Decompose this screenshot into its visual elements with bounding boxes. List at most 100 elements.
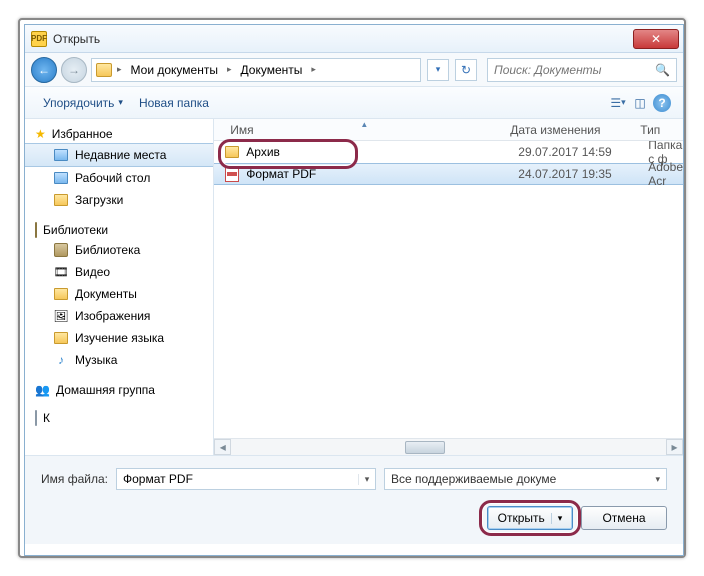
filename-field[interactable]: ▾ xyxy=(116,468,376,490)
breadcrumb-item[interactable]: Документы xyxy=(237,61,307,79)
sidebar-item-documents[interactable]: Документы xyxy=(25,283,213,305)
star-icon: ★ xyxy=(35,127,46,141)
arrow-left-icon: ← xyxy=(38,63,50,77)
column-date[interactable]: Дата изменения xyxy=(504,123,634,137)
close-icon: ✕ xyxy=(651,32,661,46)
chevron-down-icon: ▾ xyxy=(118,97,123,108)
sort-arrow-icon: ▲ xyxy=(360,120,368,129)
search-input[interactable] xyxy=(494,63,651,77)
computer-icon xyxy=(35,411,37,425)
horizontal-scrollbar[interactable]: ◂ ▸ xyxy=(214,438,683,455)
sidebar-item-music[interactable]: ♪ Музыка xyxy=(25,349,213,371)
sidebar-libraries-group: Библиотеки Библиотека 🎞 Видео Документы 🖼… xyxy=(25,221,213,371)
chevron-right-icon: ▸ xyxy=(114,64,125,75)
scroll-right-icon[interactable]: ▸ xyxy=(666,439,683,455)
downloads-icon xyxy=(53,192,69,208)
sidebar-item-downloads[interactable]: Загрузки xyxy=(25,189,213,211)
sidebar-homegroup-header[interactable]: 👥 Домашняя группа xyxy=(25,381,213,399)
sidebar-item-label: Недавние места xyxy=(75,148,166,162)
file-type: Adobe Acr xyxy=(648,160,683,188)
preview-pane-button[interactable]: ◫ xyxy=(629,92,651,114)
file-date: 24.07.2017 19:35 xyxy=(518,167,648,181)
filename-label: Имя файла: xyxy=(41,472,108,486)
view-icon: ☰ xyxy=(610,96,621,110)
preview-icon: ◫ xyxy=(634,96,645,110)
nav-row: ← → ▸ Мои документы ▸ Документы ▸ ▾ ↻ 🔍 xyxy=(25,53,683,87)
sidebar-computer-header[interactable]: К xyxy=(25,409,213,427)
sidebar: ★Избранное Недавние места Рабочий стол З… xyxy=(25,119,214,455)
folder-icon xyxy=(96,63,112,77)
column-name-label: Имя xyxy=(230,123,253,137)
sidebar-homegroup-group: 👥 Домашняя группа xyxy=(25,381,213,399)
file-list-header: ▲ Имя Дата изменения Тип xyxy=(214,119,683,141)
scroll-left-icon[interactable]: ◂ xyxy=(214,439,231,455)
homegroup-label: Домашняя группа xyxy=(56,383,155,397)
column-type[interactable]: Тип xyxy=(634,123,683,137)
scroll-thumb[interactable] xyxy=(405,441,445,454)
breadcrumb-item[interactable]: Мои документы xyxy=(127,61,222,79)
sidebar-libraries-header[interactable]: Библиотеки xyxy=(25,221,213,239)
file-name: Формат PDF xyxy=(246,167,518,181)
open-button[interactable]: Открыть ▾ xyxy=(487,506,573,530)
window-title: Открыть xyxy=(53,32,633,46)
help-button[interactable]: ? xyxy=(651,92,673,114)
sidebar-item-label: Музыка xyxy=(75,353,117,367)
forward-button[interactable]: → xyxy=(61,57,87,83)
column-name[interactable]: ▲ Имя xyxy=(224,123,504,137)
sidebar-computer-group: К xyxy=(25,409,213,427)
arrow-right-icon: → xyxy=(68,63,80,77)
sidebar-item-images[interactable]: 🖼 Изображения xyxy=(25,305,213,327)
sidebar-favorites-header[interactable]: ★Избранное xyxy=(25,125,213,143)
file-name: Архив xyxy=(246,145,518,159)
scroll-track[interactable] xyxy=(231,439,666,455)
cancel-button[interactable]: Отмена xyxy=(581,506,667,530)
libraries-icon xyxy=(35,223,37,237)
pdf-icon xyxy=(224,166,240,182)
search-icon: 🔍 xyxy=(655,63,670,77)
new-folder-button[interactable]: Новая папка xyxy=(131,92,217,114)
chevron-right-icon: ▸ xyxy=(308,64,319,75)
documents-icon xyxy=(53,286,69,302)
sidebar-favorites-group: ★Избранное Недавние места Рабочий стол З… xyxy=(25,125,213,211)
organize-button[interactable]: Упорядочить ▾ xyxy=(35,92,131,114)
view-mode-button[interactable]: ☰▾ xyxy=(607,92,629,114)
sidebar-item-library[interactable]: Библиотека xyxy=(25,239,213,261)
file-date: 29.07.2017 14:59 xyxy=(518,145,648,159)
open-split-icon[interactable]: ▾ xyxy=(551,513,563,524)
window-frame-outer: PDF Открыть ✕ ← → ▸ Мои документы ▸ Доку… xyxy=(18,18,686,558)
sidebar-item-desktop[interactable]: Рабочий стол xyxy=(25,167,213,189)
sidebar-item-label: Изображения xyxy=(75,309,150,323)
back-button[interactable]: ← xyxy=(31,57,57,83)
music-icon: ♪ xyxy=(53,352,69,368)
sidebar-item-video[interactable]: 🎞 Видео xyxy=(25,261,213,283)
file-pane: ▲ Имя Дата изменения Тип Архив 29.07.2017… xyxy=(214,119,683,455)
breadcrumb-dropdown[interactable]: ▾ xyxy=(427,59,449,81)
sidebar-item-language[interactable]: Изучение языка xyxy=(25,327,213,349)
refresh-button[interactable]: ↻ xyxy=(455,59,477,81)
search-box[interactable]: 🔍 xyxy=(487,58,677,82)
toolbar: Упорядочить ▾ Новая папка ☰▾ ◫ ? xyxy=(25,87,683,119)
sidebar-item-label: Видео xyxy=(75,265,110,279)
dialog-body: ★Избранное Недавние места Рабочий стол З… xyxy=(25,119,683,455)
sidebar-item-recent[interactable]: Недавние места xyxy=(25,143,213,167)
chevron-down-icon: ▾ xyxy=(655,474,660,485)
chevron-down-icon: ▾ xyxy=(621,97,626,108)
chevron-down-icon: ▾ xyxy=(436,64,441,75)
sidebar-item-label: Изучение языка xyxy=(75,331,164,345)
close-button[interactable]: ✕ xyxy=(633,29,679,49)
filename-dropdown-icon[interactable]: ▾ xyxy=(358,474,375,485)
images-icon: 🖼 xyxy=(53,308,69,324)
refresh-icon: ↻ xyxy=(461,63,471,77)
homegroup-icon: 👥 xyxy=(35,383,50,397)
sidebar-item-label: Документы xyxy=(75,287,137,301)
video-icon: 🎞 xyxy=(53,264,69,280)
desktop-icon xyxy=(53,170,69,186)
breadcrumb[interactable]: ▸ Мои документы ▸ Документы ▸ xyxy=(91,58,421,82)
chevron-right-icon: ▸ xyxy=(224,64,235,75)
filename-input[interactable] xyxy=(117,472,358,486)
app-icon: PDF xyxy=(31,31,47,47)
filetype-dropdown[interactable]: Все поддерживаемые докуме ▾ xyxy=(384,468,667,490)
file-row-folder[interactable]: Архив 29.07.2017 14:59 Папка с ф xyxy=(214,141,683,163)
file-row-pdf[interactable]: Формат PDF 24.07.2017 19:35 Adobe Acr xyxy=(214,163,683,185)
sidebar-item-label: Загрузки xyxy=(75,193,123,207)
